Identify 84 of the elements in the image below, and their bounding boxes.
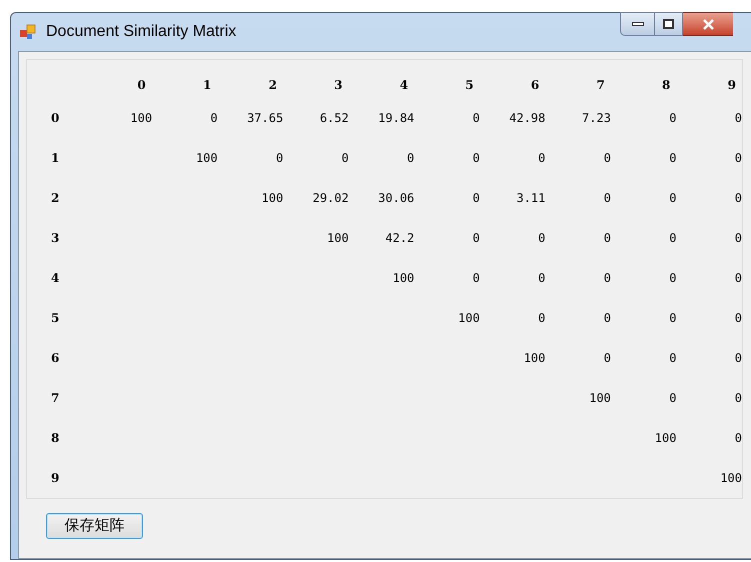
matrix-cell-text: 30.06 — [378, 190, 414, 207]
matrix-cell-text: 0 — [734, 390, 742, 407]
matrix-cell-text: 0 — [734, 230, 742, 247]
row-header: 7 — [51, 391, 60, 405]
matrix-cell-text: 19.84 — [378, 110, 414, 127]
matrix-cell-text: 0 — [669, 390, 676, 407]
matrix-cell-text: 0 — [669, 150, 676, 167]
row-header: 9 — [51, 471, 60, 485]
matrix-cell-text: 0 — [538, 270, 546, 287]
matrix-cell-text: 0 — [472, 150, 480, 167]
matrix-cell-text: 0 — [669, 190, 676, 207]
matrix-cell-text: 7.23 — [582, 110, 611, 127]
column-header: 7 — [596, 77, 605, 94]
column-header: 1 — [202, 77, 212, 94]
matrix-cell-text: 6.52 — [320, 110, 349, 127]
matrix-cell-text: 0 — [734, 310, 742, 327]
matrix-cell-text: 0 — [407, 150, 414, 167]
matrix-cell-text: 0 — [210, 110, 218, 127]
matrix-cell-text: 0 — [604, 230, 611, 247]
row-header: 1 — [51, 151, 60, 165]
matrix-cell-text: 0 — [538, 230, 546, 247]
matrix-cell-text: 100 — [589, 390, 611, 407]
column-header: 2 — [268, 77, 277, 94]
matrix-cell-text: 0 — [538, 150, 546, 167]
matrix-cell-text: 0 — [734, 350, 742, 367]
column-header: 6 — [530, 77, 540, 94]
matrix-cell-text: 0 — [604, 270, 611, 287]
matrix-cell-text: 100 — [392, 270, 414, 287]
matrix-cell-text: 0 — [342, 150, 349, 167]
matrix-cell-text: 0 — [734, 150, 742, 167]
matrix-cell-text: 3.11 — [516, 190, 546, 207]
row-header: 5 — [51, 311, 60, 325]
matrix-cell-text: 0 — [604, 150, 611, 167]
row-header: 0 — [51, 111, 60, 125]
matrix-cell-text: 0 — [538, 310, 546, 327]
column-header: 9 — [728, 77, 736, 94]
row-header: 6 — [51, 351, 60, 365]
save-matrix-button[interactable]: 保存矩阵 — [46, 513, 143, 539]
minimize-icon — [632, 22, 644, 26]
matrix-cell-text: 29.02 — [312, 190, 349, 207]
matrix-cell-text: 100 — [130, 110, 152, 127]
column-header: 4 — [400, 77, 408, 94]
matrix-cell-text: 100 — [524, 350, 546, 367]
matrix-cell-text: 0 — [669, 350, 676, 367]
matrix-cell-text: 0 — [604, 190, 611, 207]
matrix-cell-text: 0 — [669, 270, 676, 287]
matrix-cell-text: 0 — [669, 110, 676, 127]
matrix-cell-text: 0 — [604, 350, 611, 367]
minimize-button[interactable] — [620, 12, 655, 36]
column-header: 5 — [465, 77, 474, 94]
matrix-cell-text: 0 — [734, 110, 742, 127]
matrix-cell-text: 100 — [654, 430, 676, 447]
column-header: 8 — [662, 77, 670, 94]
matrix-cell-text: 0 — [472, 270, 480, 287]
row-header: 2 — [51, 191, 60, 205]
matrix-cell-text: 100 — [262, 190, 284, 207]
matrix-cell-text: 0 — [734, 190, 742, 207]
matrix-cell-text: 42.2 — [385, 230, 414, 247]
column-header: 3 — [334, 77, 342, 94]
matrix-cell-text: 0 — [604, 310, 611, 327]
maximize-button[interactable] — [655, 12, 683, 36]
row-header: 8 — [51, 431, 60, 445]
maximize-icon — [663, 19, 674, 29]
close-icon — [702, 18, 714, 30]
app-icon — [19, 23, 37, 41]
matrix-cell-text: 100 — [196, 150, 218, 167]
matrix-cell-text: 37.65 — [247, 110, 284, 127]
row-header: 3 — [51, 231, 60, 245]
matrix-cell-text: 0 — [472, 190, 480, 207]
close-button[interactable] — [683, 12, 733, 36]
matrix-cell-text: 0 — [734, 270, 742, 287]
matrix-cell-text: 0 — [669, 230, 676, 247]
matrix-cell-text: 100 — [458, 310, 480, 327]
matrix-cell-text: 0 — [276, 150, 284, 167]
row-header: 4 — [51, 271, 60, 285]
matrix-cell-text: 100 — [720, 470, 742, 487]
matrix-cell-text: 0 — [734, 430, 742, 447]
window-title: Document Similarity Matrix — [46, 22, 236, 42]
matrix-cell-text: 100 — [327, 230, 349, 247]
column-header: 0 — [137, 77, 146, 94]
matrix-cell-text: 0 — [669, 310, 676, 327]
matrix-cell-text: 0 — [472, 110, 480, 127]
matrix-cell-text: 42.98 — [509, 110, 546, 127]
matrix-cell-text: 0 — [472, 230, 480, 247]
